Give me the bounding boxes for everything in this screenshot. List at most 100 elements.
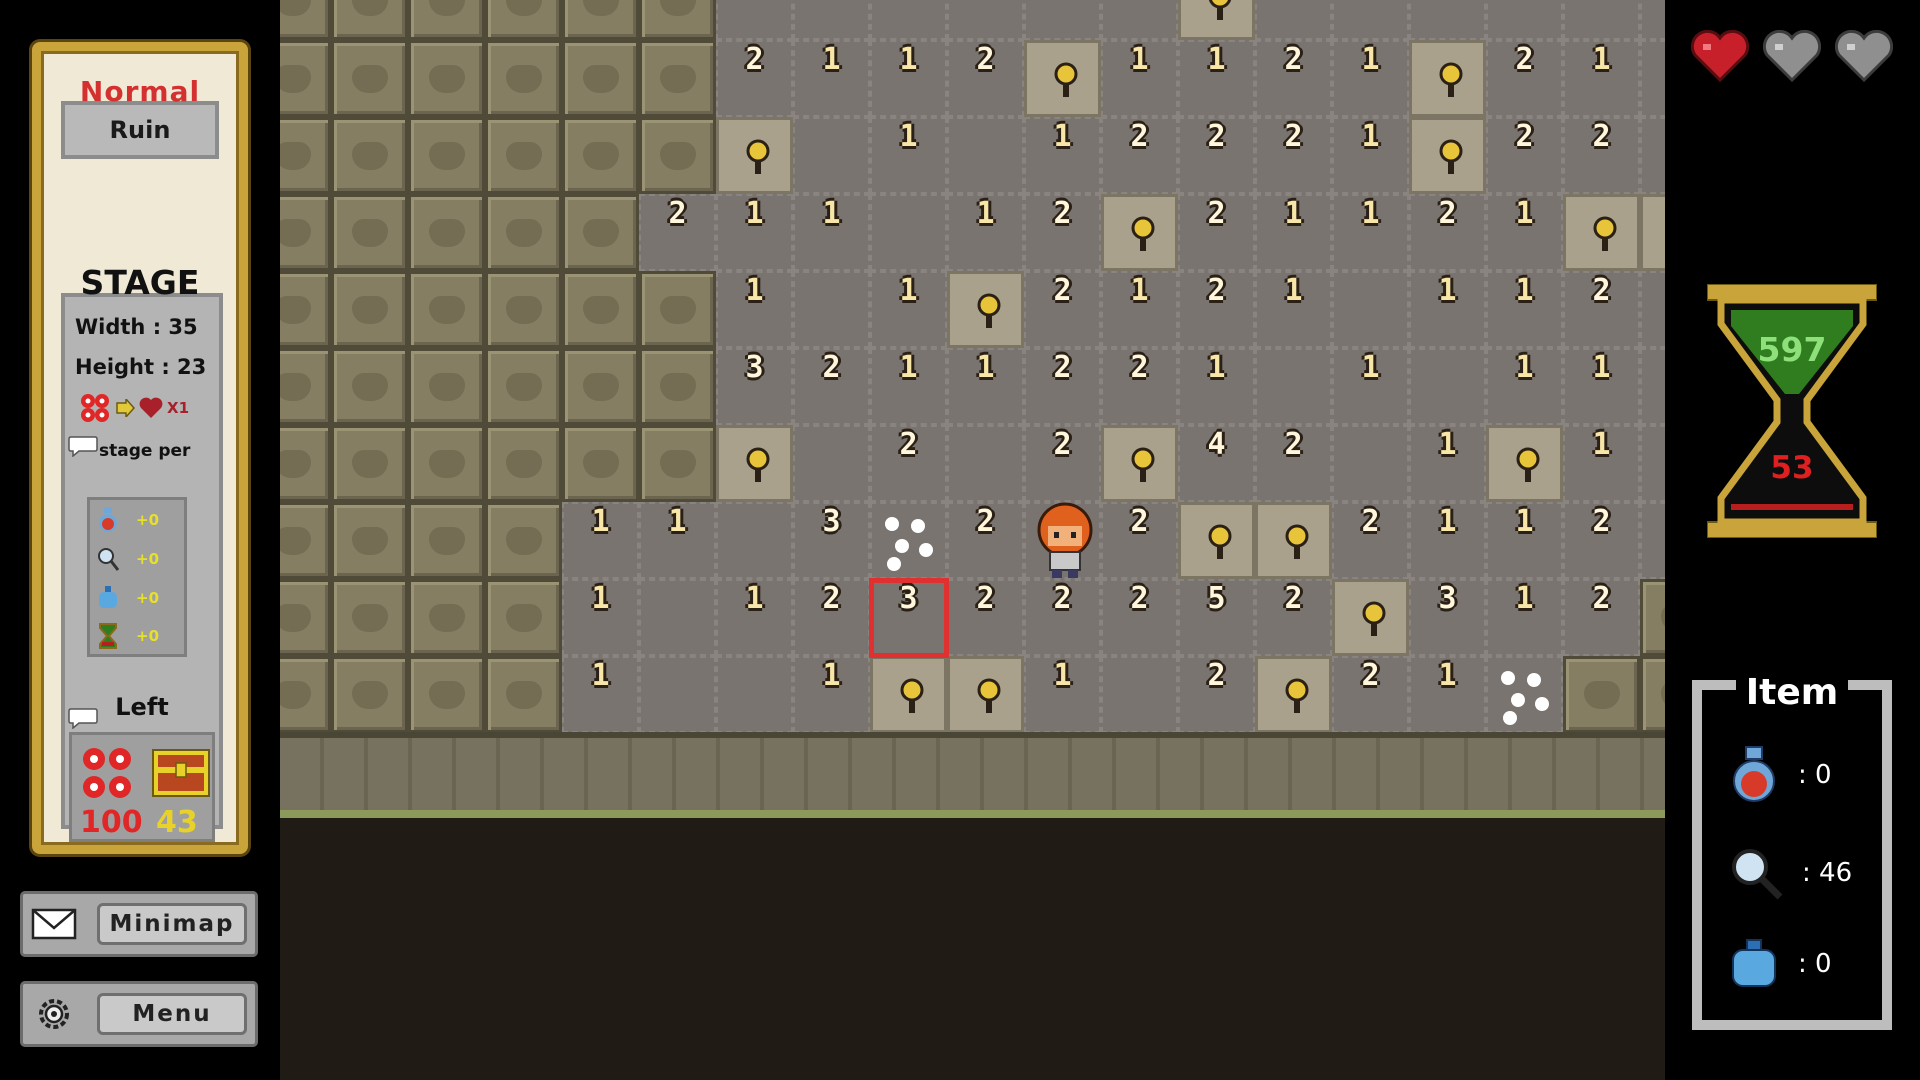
number-tile[interactable]: 1: [1486, 271, 1563, 348]
hidden-tile[interactable]: [331, 194, 408, 271]
number-tile[interactable]: 1: [1409, 502, 1486, 579]
empty-floor-tile[interactable]: [639, 579, 716, 656]
number-tile[interactable]: 2: [1255, 117, 1332, 194]
number-tile[interactable]: 1: [793, 656, 870, 733]
hidden-tile[interactable]: [280, 348, 331, 425]
empty-floor-tile[interactable]: [1332, 425, 1409, 502]
number-tile[interactable]: 2: [1101, 348, 1178, 425]
empty-floor-tile[interactable]: [793, 425, 870, 502]
number-tile[interactable]: 2: [1486, 40, 1563, 117]
flagged-tile[interactable]: [870, 656, 947, 733]
number-tile[interactable]: 2: [947, 40, 1024, 117]
number-tile[interactable]: 1: [947, 348, 1024, 425]
hidden-tile[interactable]: [280, 40, 331, 117]
empty-floor-tile[interactable]: [793, 0, 870, 40]
number-tile[interactable]: 1: [1486, 502, 1563, 579]
hidden-tile[interactable]: [639, 425, 716, 502]
flagged-tile[interactable]: [716, 425, 793, 502]
hidden-tile[interactable]: [331, 502, 408, 579]
hidden-tile[interactable]: [408, 194, 485, 271]
flagged-tile[interactable]: [1178, 502, 1255, 579]
empty-floor-tile[interactable]: [1101, 0, 1178, 40]
number-tile[interactable]: 1: [716, 271, 793, 348]
hidden-tile[interactable]: [408, 348, 485, 425]
number-tile[interactable]: 2: [1563, 502, 1640, 579]
number-tile[interactable]: 2: [1486, 117, 1563, 194]
hidden-tile[interactable]: [408, 579, 485, 656]
hidden-tile[interactable]: [1563, 656, 1640, 733]
number-tile[interactable]: 2: [793, 348, 870, 425]
number-tile[interactable]: 2: [1255, 425, 1332, 502]
number-tile[interactable]: 2: [1255, 40, 1332, 117]
number-tile[interactable]: 1: [1024, 656, 1101, 733]
number-tile[interactable]: 2: [1101, 117, 1178, 194]
hidden-tile[interactable]: [485, 0, 562, 40]
hidden-tile[interactable]: [408, 271, 485, 348]
hidden-tile[interactable]: [639, 117, 716, 194]
number-tile[interactable]: 2: [1024, 425, 1101, 502]
item-red-potion[interactable]: : 0: [1728, 745, 1832, 805]
number-tile[interactable]: 3: [716, 348, 793, 425]
number-tile[interactable]: 1: [870, 271, 947, 348]
hidden-tile[interactable]: [280, 0, 331, 40]
empty-floor-tile[interactable]: [1640, 425, 1665, 502]
empty-floor-tile[interactable]: [716, 656, 793, 733]
number-tile[interactable]: 2: [1563, 117, 1640, 194]
hidden-tile[interactable]: [331, 40, 408, 117]
hidden-tile[interactable]: [331, 271, 408, 348]
empty-floor-tile[interactable]: [793, 271, 870, 348]
empty-floor-tile[interactable]: [947, 117, 1024, 194]
hidden-tile[interactable]: [408, 502, 485, 579]
number-tile[interactable]: 2: [716, 40, 793, 117]
number-tile[interactable]: 1: [1486, 194, 1563, 271]
hidden-tile[interactable]: [280, 117, 331, 194]
number-tile[interactable]: 2: [1178, 117, 1255, 194]
number-tile[interactable]: 1: [1640, 40, 1665, 117]
flagged-tile[interactable]: [1409, 117, 1486, 194]
number-tile[interactable]: 2: [1563, 271, 1640, 348]
hidden-tile[interactable]: [280, 579, 331, 656]
number-tile[interactable]: 2: [1563, 579, 1640, 656]
flagged-tile[interactable]: [716, 117, 793, 194]
hidden-tile[interactable]: [408, 117, 485, 194]
empty-floor-tile[interactable]: [947, 425, 1024, 502]
number-tile[interactable]: 1: [1332, 40, 1409, 117]
mine-spray-tile[interactable]: [870, 502, 947, 579]
number-tile[interactable]: 1: [1486, 579, 1563, 656]
hidden-tile[interactable]: [639, 40, 716, 117]
number-tile[interactable]: 2: [1024, 271, 1101, 348]
player-tile[interactable]: [1024, 502, 1101, 579]
empty-floor-tile[interactable]: [1255, 0, 1332, 40]
empty-floor-tile[interactable]: [716, 0, 793, 40]
hidden-tile[interactable]: [280, 271, 331, 348]
number-tile[interactable]: 1: [562, 656, 639, 733]
number-tile[interactable]: 1: [1409, 425, 1486, 502]
hidden-tile[interactable]: [485, 40, 562, 117]
flagged-tile[interactable]: [1332, 579, 1409, 656]
number-tile[interactable]: 1: [716, 194, 793, 271]
number-tile[interactable]: 2: [870, 425, 947, 502]
hidden-tile[interactable]: [639, 271, 716, 348]
flagged-tile[interactable]: [1486, 425, 1563, 502]
hidden-tile[interactable]: [485, 348, 562, 425]
empty-floor-tile[interactable]: [793, 117, 870, 194]
hidden-tile[interactable]: [562, 117, 639, 194]
number-tile[interactable]: 1: [1332, 348, 1409, 425]
number-tile[interactable]: 2: [1332, 0, 1409, 40]
empty-floor-tile[interactable]: [1255, 348, 1332, 425]
hidden-tile[interactable]: [485, 502, 562, 579]
number-tile[interactable]: 1: [1563, 348, 1640, 425]
number-tile[interactable]: 2: [1101, 579, 1178, 656]
number-tile[interactable]: 2: [870, 0, 947, 40]
number-tile[interactable]: 1: [716, 579, 793, 656]
number-tile[interactable]: 2: [1024, 579, 1101, 656]
hidden-tile[interactable]: [280, 656, 331, 733]
number-tile[interactable]: 2: [1640, 117, 1665, 194]
number-tile[interactable]: 1: [1486, 348, 1563, 425]
game-board[interactable]: 2121211221121121211211122212223442111221…: [280, 0, 1665, 1080]
number-tile[interactable]: 2: [639, 194, 716, 271]
number-tile[interactable]: 1: [1255, 194, 1332, 271]
minimap-button[interactable]: Minimap: [20, 891, 258, 957]
empty-floor-tile[interactable]: [1332, 271, 1409, 348]
hidden-tile[interactable]: [485, 194, 562, 271]
